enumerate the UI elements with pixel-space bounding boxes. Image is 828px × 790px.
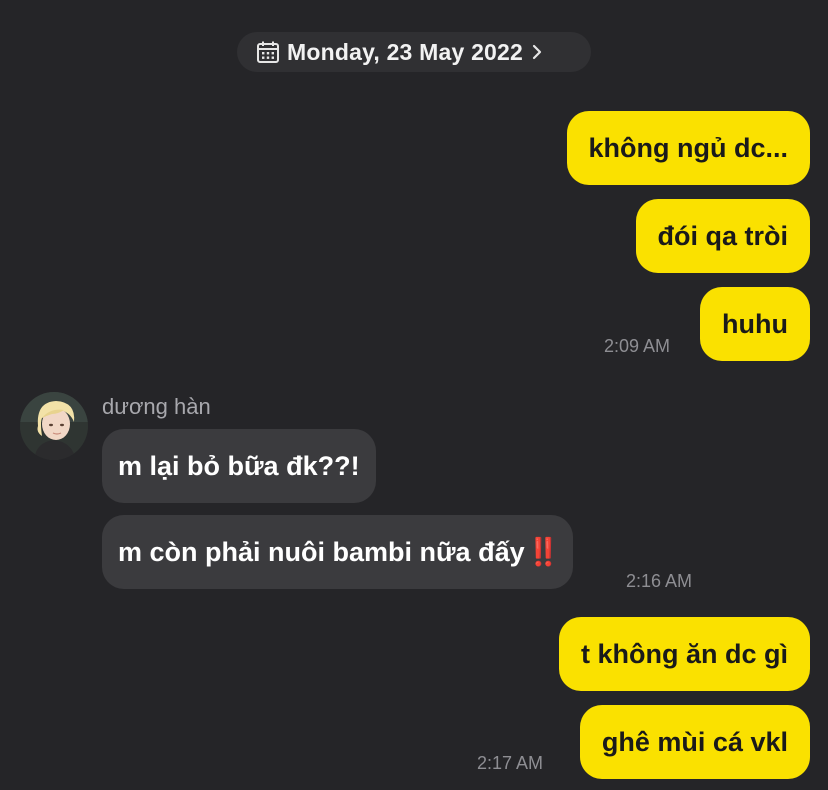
- message-text: huhu: [722, 308, 788, 339]
- message-timestamp: 2:16 AM: [626, 571, 693, 591]
- my-message-bubble[interactable]: t không ăn dc gì: [559, 617, 810, 691]
- message-text: m lại bỏ bữa đk??!: [118, 450, 360, 481]
- double-exclamation-emoji: ‼️: [526, 537, 561, 567]
- message-text: ghê mùi cá vkl: [601, 726, 788, 757]
- my-message-bubble[interactable]: huhu: [700, 287, 810, 361]
- message-text: t không ăn dc gì: [581, 638, 788, 669]
- chat-screen: Monday, 23 May 2022 không ngủ dc... đói …: [0, 0, 828, 790]
- contact-avatar[interactable]: [20, 392, 88, 460]
- calendar-icon: [255, 39, 281, 65]
- message-text: đói qa tròi: [657, 220, 789, 251]
- my-message-bubble[interactable]: ghê mùi cá vkl: [579, 705, 810, 779]
- message-text: không ngủ dc...: [588, 132, 788, 163]
- their-message-bubble[interactable]: m lại bỏ bữa đk??!: [102, 429, 376, 503]
- my-message-bubble[interactable]: đói qa tròi: [635, 199, 810, 273]
- message-timestamp: 2:09 AM: [604, 336, 671, 356]
- message-timestamp: 2:17 AM: [477, 753, 544, 773]
- date-header[interactable]: Monday, 23 May 2022: [237, 32, 591, 72]
- my-message-bubble[interactable]: không ngủ dc...: [566, 111, 810, 185]
- their-message-bubble[interactable]: m còn phải nuôi bambi nữa đấy ‼️: [102, 515, 574, 589]
- date-label: Monday, 23 May 2022: [287, 38, 524, 65]
- chevron-right-icon: [531, 42, 545, 62]
- message-text: m còn phải nuôi bambi nữa đấy: [118, 536, 525, 567]
- sender-name: dương hàn: [102, 394, 211, 419]
